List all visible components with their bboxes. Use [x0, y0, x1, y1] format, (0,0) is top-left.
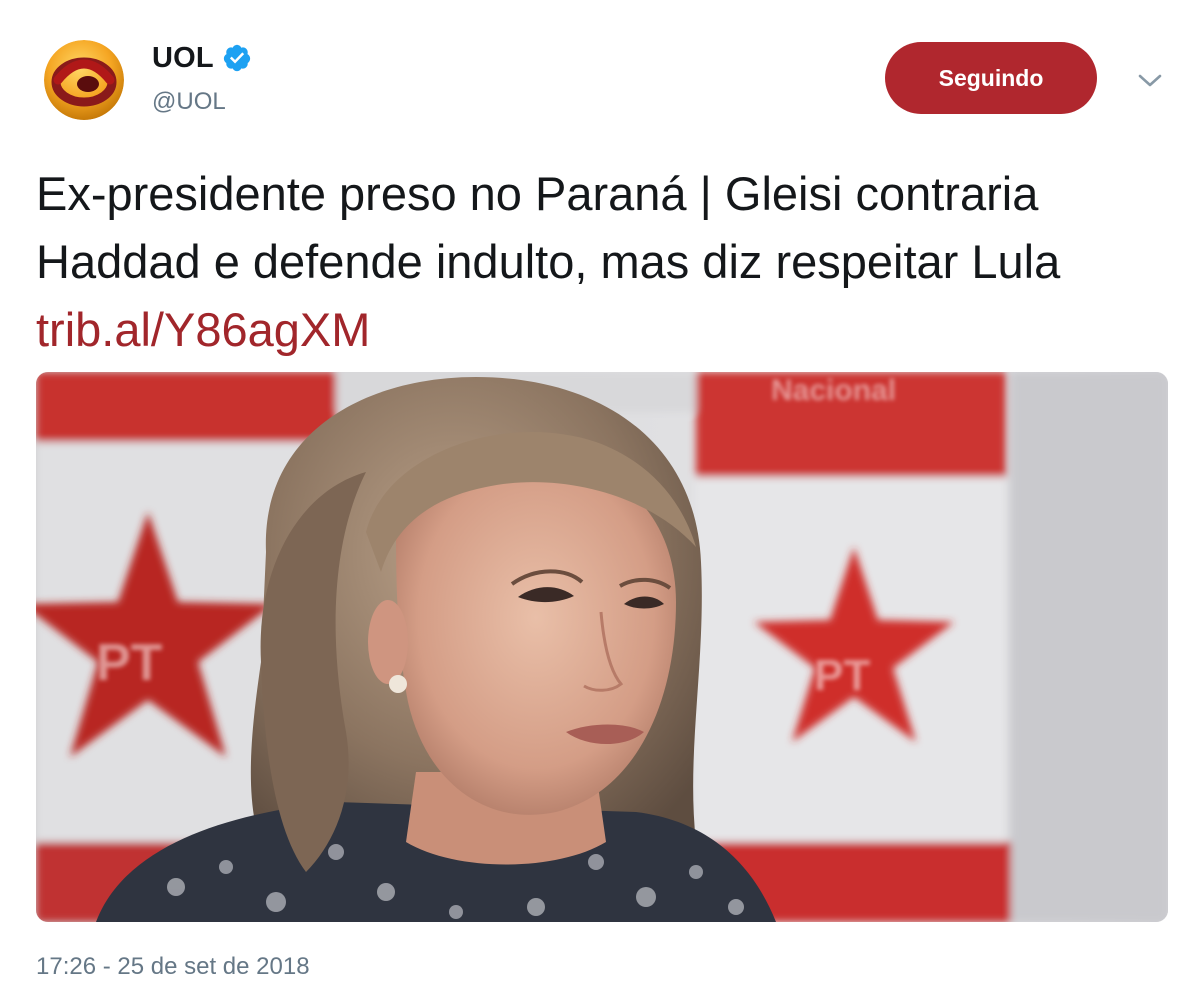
- tweet-photo[interactable]: Nacional PT PT: [36, 372, 1168, 922]
- tweet-timestamp[interactable]: 17:26 - 25 de set de 2018: [36, 953, 310, 981]
- author-handle[interactable]: @UOL: [152, 88, 226, 116]
- photo-illustration: Nacional PT PT: [36, 372, 1168, 922]
- tweet-card: UOL @UOL Seguindo Ex-presidente preso no…: [0, 0, 1200, 995]
- verified-badge-icon: [223, 44, 250, 72]
- tweet-text-body: Ex-presidente preso no Paraná | Gleisi c…: [36, 167, 1061, 288]
- avatar[interactable]: [44, 40, 124, 120]
- banner-text: Nacional: [771, 374, 896, 407]
- uol-logo-icon: [44, 40, 124, 120]
- pt-star-left-label: PT: [96, 634, 163, 692]
- following-button[interactable]: Seguindo: [885, 42, 1097, 114]
- author-name-row[interactable]: UOL: [152, 40, 252, 76]
- pt-star-right-label: PT: [814, 651, 870, 700]
- tweet-text: Ex-presidente preso no Paraná | Gleisi c…: [36, 160, 1176, 364]
- chevron-down-icon[interactable]: [1134, 66, 1166, 94]
- tweet-link[interactable]: trib.al/Y86agXM: [36, 303, 370, 356]
- display-name[interactable]: UOL: [152, 42, 214, 75]
